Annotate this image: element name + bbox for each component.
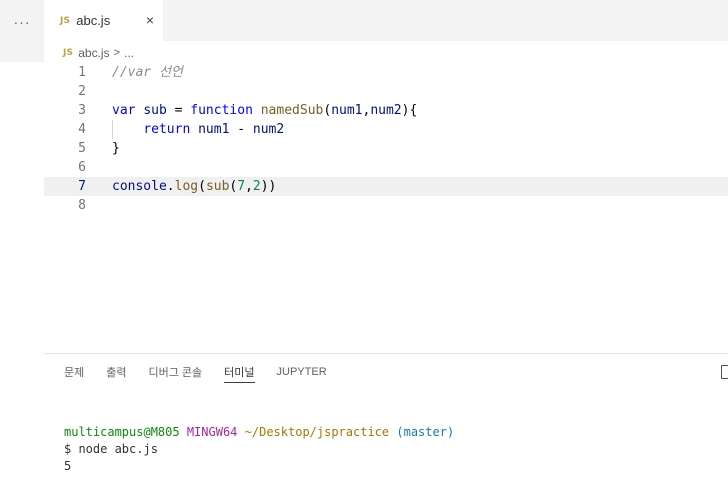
code-token: log — [174, 179, 199, 194]
code-token: num1 — [198, 122, 230, 137]
line-number: 6 — [78, 160, 86, 175]
line-number: 3 — [78, 103, 86, 118]
code-line[interactable]: 8 — [44, 196, 728, 215]
code-text: //var 선언 — [112, 63, 183, 82]
panel-tab[interactable]: 디버그 콘솔 — [149, 354, 203, 389]
code-token: , — [245, 179, 253, 194]
line-number: 1 — [78, 65, 86, 80]
line-number: 5 — [78, 141, 86, 156]
line-number: 4 — [78, 122, 86, 137]
code-text: } — [112, 139, 120, 158]
code-token: ( — [198, 179, 206, 194]
terminal-system: MINGW64 — [186, 425, 238, 439]
code-line[interactable]: 3 var sub = function namedSub(num1,num2){ — [44, 101, 728, 120]
code-token: console — [112, 179, 167, 194]
chevron-right-icon: > — [113, 47, 121, 59]
indent-guide — [112, 120, 113, 139]
code-line[interactable]: 1 //var 선언 — [44, 63, 728, 82]
code-line[interactable]: 5} — [44, 139, 728, 158]
code-line[interactable]: 6 — [44, 158, 728, 177]
js-file-icon: JS — [60, 15, 71, 26]
terminal-prompt-line: multicampus@M805 MINGW64 ~/Desktop/jspra… — [64, 424, 454, 441]
code-token: var — [112, 103, 136, 118]
close-icon[interactable]: × — [143, 12, 157, 28]
terminal-command: $ node abc.js — [64, 442, 158, 456]
line-number: 7 — [78, 179, 86, 194]
tab-abc-js[interactable]: JS abc.js × — [44, 0, 163, 41]
code-line[interactable]: 2 — [44, 82, 728, 101]
line-number: 2 — [78, 84, 86, 99]
code-token: num2 — [370, 103, 402, 118]
line-number: 8 — [78, 198, 86, 213]
code-token: //var 선언 — [112, 65, 183, 80]
code-token: sub — [143, 103, 167, 118]
code-text: return num1 - num2 — [112, 120, 284, 139]
code-token: num1 — [331, 103, 363, 118]
code-token: sub — [205, 179, 230, 194]
code-token: } — [112, 141, 120, 156]
code-token: 2 — [252, 179, 261, 194]
code-token: . — [166, 179, 175, 194]
breadcrumb-more[interactable]: ... — [124, 46, 134, 60]
code-token: ){ — [401, 103, 418, 118]
code-line[interactable]: 4 return num1 - num2 — [44, 120, 728, 139]
code-token: num2 — [252, 122, 285, 137]
terminal-path: ~/Desktop/jspractice — [244, 425, 390, 439]
code-token: )) — [260, 179, 277, 194]
code-token: ( — [323, 103, 332, 118]
code-editor[interactable]: 1//var 선언 2 3 var sub = function namedSub(n… — [44, 63, 728, 353]
terminal-output[interactable]: multicampus@M805 MINGW64 ~/Desktop/jspra… — [64, 424, 454, 475]
breadcrumb: JS abc.js > ... — [63, 43, 134, 63]
code-token: return — [143, 122, 191, 137]
code-token: function — [190, 103, 253, 118]
panel-tab[interactable]: JUPYTER — [277, 354, 327, 389]
panel-tab[interactable]: 터미널 — [224, 354, 255, 389]
left-sidebar: ··· — [0, 0, 45, 478]
code-token: = — [166, 103, 191, 118]
terminal-branch: (master) — [396, 425, 455, 439]
panel-tab[interactable]: 문제 — [64, 354, 84, 389]
more-actions-icon[interactable]: ··· — [0, 0, 44, 44]
code-line[interactable]: 7 console.log(sub(7,2)) — [44, 177, 728, 196]
breadcrumb-file[interactable]: abc.js — [78, 46, 109, 60]
sidebar-panel — [0, 62, 45, 478]
editor-tab-bar: JS abc.js × — [44, 0, 728, 41]
code-token: - — [229, 122, 253, 137]
bottom-panel: 문제 출력 디버그 콘솔 터미널 JUPYTER multicampus@M805 MI… — [44, 353, 728, 478]
panel-tab[interactable]: 출력 — [106, 354, 126, 389]
code-token: 7 — [237, 179, 246, 194]
maximize-panel-icon[interactable] — [721, 365, 728, 379]
tab-label: abc.js — [76, 13, 111, 28]
code-text: console.log(sub(7,2)) — [112, 177, 276, 196]
code-text: var sub = function namedSub(num1,num2){ — [112, 101, 417, 120]
js-file-icon: JS — [63, 48, 74, 58]
panel-tab-list: 문제 출력 디버그 콘솔 터미널 JUPYTER — [44, 354, 728, 389]
terminal-user: multicampus@M805 — [64, 425, 180, 439]
terminal-result: 5 — [64, 459, 72, 473]
code-token: namedSub — [260, 103, 324, 118]
